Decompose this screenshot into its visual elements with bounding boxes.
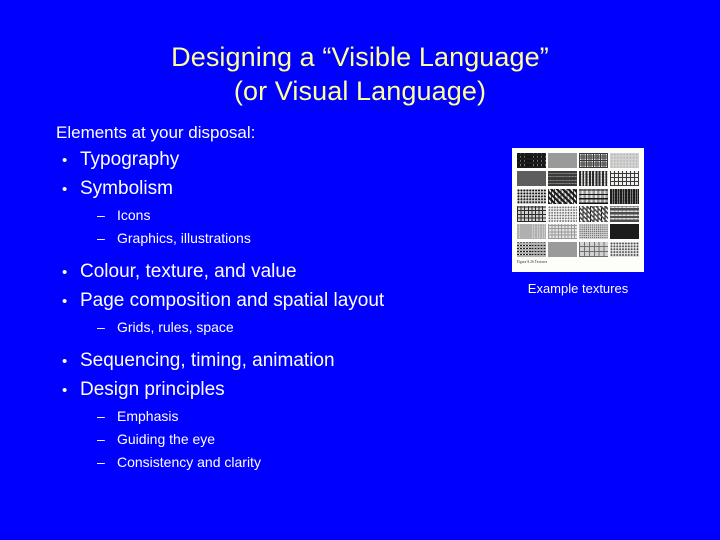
texture-swatch bbox=[517, 153, 546, 169]
texture-swatch bbox=[548, 153, 577, 169]
texture-swatch bbox=[579, 224, 608, 240]
texture-swatch-grid bbox=[517, 153, 639, 257]
texture-swatch bbox=[579, 170, 608, 186]
texture-swatch bbox=[548, 206, 577, 222]
outline-text: Guiding the eye bbox=[117, 431, 216, 447]
outline-bullet: • Colour, texture, and value bbox=[56, 258, 476, 286]
texture-swatch bbox=[610, 170, 639, 186]
dash-bullet-icon: – bbox=[97, 454, 105, 470]
round-bullet-icon: • bbox=[62, 181, 68, 198]
outline-text: Emphasis bbox=[117, 408, 179, 424]
dash-bullet-icon: – bbox=[97, 207, 105, 223]
texture-swatch bbox=[548, 170, 577, 186]
texture-swatch bbox=[517, 188, 546, 204]
outline-heading: Elements at your disposal: bbox=[56, 120, 476, 145]
outline-sub-bullet: – Graphics, illustrations bbox=[56, 227, 476, 249]
texture-swatch bbox=[579, 188, 608, 204]
outline-bullet: • Page composition and spatial layout bbox=[56, 287, 476, 315]
outline-sub-bullet: – Grids, rules, space bbox=[56, 316, 476, 338]
title-line-1: Designing a “Visible Language” bbox=[171, 42, 549, 72]
outline-text: Page composition and spatial layout bbox=[80, 290, 385, 311]
dash-bullet-icon: – bbox=[97, 319, 105, 335]
outline-bullet: • Symbolism bbox=[56, 175, 476, 203]
round-bullet-icon: • bbox=[62, 353, 68, 370]
outline-text: Typography bbox=[80, 149, 180, 170]
figure-caption: Figure 8.26 Textures bbox=[517, 259, 548, 264]
texture-swatch bbox=[548, 188, 577, 204]
dash-bullet-icon: – bbox=[97, 431, 105, 447]
outline-text: Symbolism bbox=[80, 178, 173, 199]
texture-swatch bbox=[548, 224, 577, 240]
outline-sub-bullet: – Guiding the eye bbox=[56, 428, 476, 450]
round-bullet-icon: • bbox=[62, 152, 68, 169]
texture-swatch bbox=[517, 206, 546, 222]
texture-swatch bbox=[579, 206, 608, 222]
outline-text: Elements at your disposal: bbox=[56, 123, 256, 142]
outline-text: Consistency and clarity bbox=[117, 454, 261, 470]
texture-swatch bbox=[517, 224, 546, 240]
outline-bullet: • Design principles bbox=[56, 376, 476, 404]
texture-swatch bbox=[610, 206, 639, 222]
texture-swatch bbox=[610, 188, 639, 204]
texture-swatch bbox=[579, 153, 608, 169]
outline-bullet: • Typography bbox=[56, 146, 476, 174]
texture-swatch bbox=[610, 224, 639, 240]
outline-text: Colour, texture, and value bbox=[80, 261, 297, 282]
texture-swatch bbox=[610, 153, 639, 169]
round-bullet-icon: • bbox=[62, 382, 68, 399]
dash-bullet-icon: – bbox=[97, 230, 105, 246]
title-line-2: (or Visual Language) bbox=[233, 76, 487, 106]
outline-sub-bullet: – Emphasis bbox=[56, 405, 476, 427]
slide-body-outline: Elements at your disposal: • Typography • Sy… bbox=[56, 120, 476, 474]
outline-bullet: • Sequencing, timing, animation bbox=[56, 347, 476, 375]
texture-swatch bbox=[548, 241, 577, 257]
round-bullet-icon: • bbox=[62, 293, 68, 310]
texture-swatch bbox=[517, 241, 546, 257]
slide-title: Designing a “Visible Language” (or Visua… bbox=[36, 40, 684, 108]
outline-text: Sequencing, timing, animation bbox=[80, 350, 335, 371]
outline-sub-bullet: – Icons bbox=[56, 204, 476, 226]
texture-sample-image: Figure 8.26 Textures bbox=[512, 148, 644, 272]
dash-bullet-icon: – bbox=[97, 408, 105, 424]
outline-text: Icons bbox=[117, 207, 151, 223]
outline-text: Grids, rules, space bbox=[117, 319, 234, 335]
outline-sub-bullet: – Consistency and clarity bbox=[56, 451, 476, 473]
texture-swatch bbox=[579, 241, 608, 257]
round-bullet-icon: • bbox=[62, 264, 68, 281]
slide-canvas: Designing a “Visible Language” (or Visua… bbox=[0, 0, 720, 540]
texture-swatch bbox=[610, 241, 639, 257]
outline-text: Design principles bbox=[80, 379, 225, 400]
picture-caption-label: Example textures bbox=[527, 281, 629, 296]
texture-swatch bbox=[517, 170, 546, 186]
outline-text: Graphics, illustrations bbox=[117, 230, 251, 246]
